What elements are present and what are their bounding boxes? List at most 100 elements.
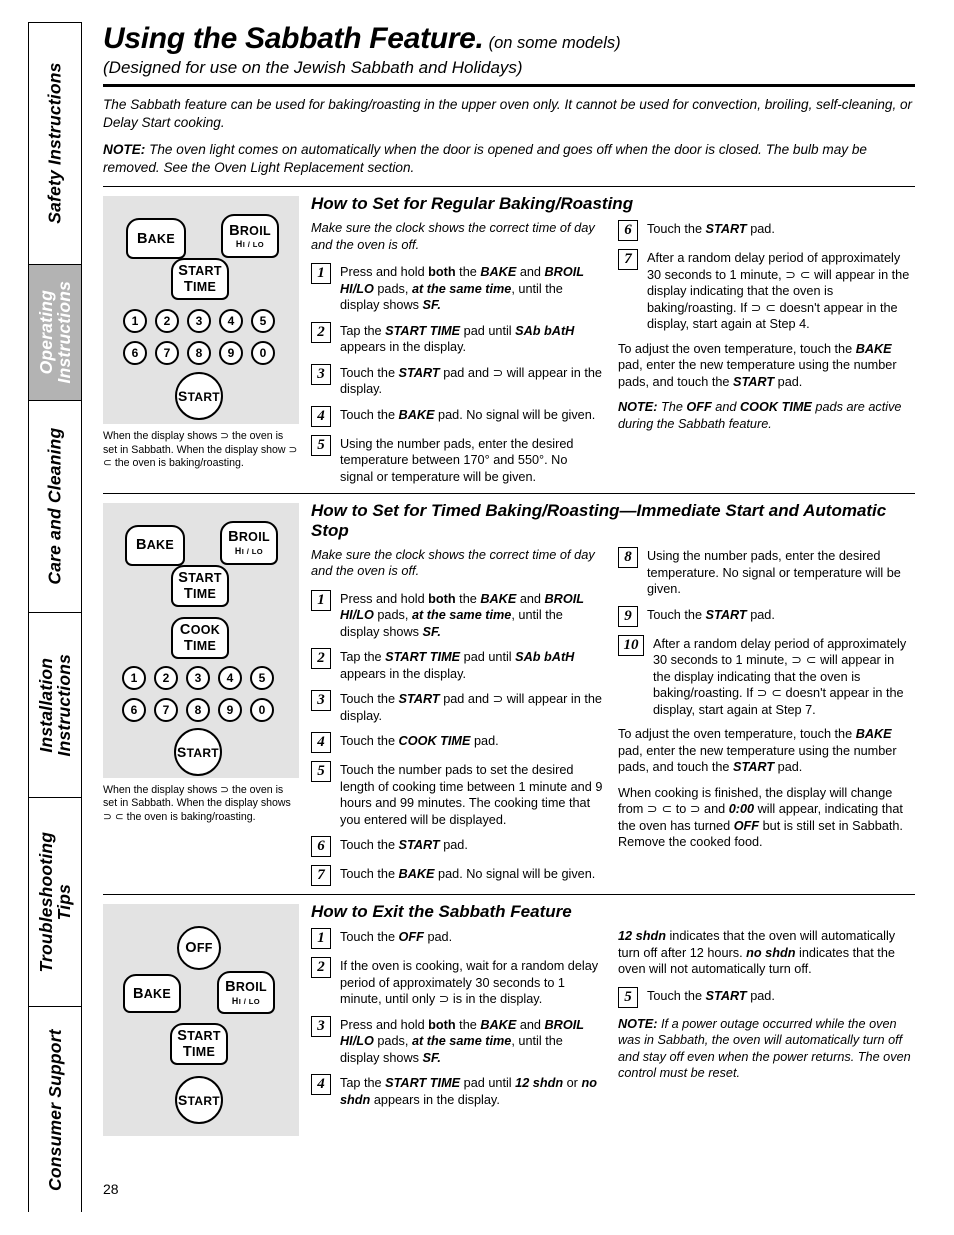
number-pad-8[interactable]: 8 bbox=[186, 698, 210, 723]
control-panel-caption-1: When the display shows ⊃ the oven is set… bbox=[103, 430, 298, 469]
start-button[interactable]: START bbox=[174, 728, 222, 777]
step-item: 1 Press and hold both the BAKE and BROIL… bbox=[311, 263, 604, 314]
number-pad-1[interactable]: 1 bbox=[123, 309, 147, 334]
broil-button[interactable]: BROIL HI / LO bbox=[220, 521, 278, 566]
number-pad-6[interactable]: 6 bbox=[123, 341, 147, 366]
number-pad-3[interactable]: 3 bbox=[186, 666, 210, 691]
step-number: 2 bbox=[311, 648, 331, 670]
start-time-button[interactable]: START TIME bbox=[170, 1023, 228, 1066]
sidebar-item-installation-instructions[interactable]: Installation Instructions bbox=[29, 613, 81, 798]
number-pad-9[interactable]: 9 bbox=[218, 698, 242, 723]
step-item: 7 After a random delay period of approxi… bbox=[618, 249, 915, 333]
control-panel-column-3: OFF BAKE BROIL HI / LO START TIME START bbox=[103, 895, 299, 1137]
start-button[interactable]: START bbox=[175, 1076, 223, 1125]
start-time-button-label-line1: START bbox=[177, 1028, 221, 1045]
step-text: Touch the BAKE pad. No signal will be gi… bbox=[340, 407, 596, 422]
step-number: 6 bbox=[311, 836, 331, 858]
number-pad-7[interactable]: 7 bbox=[154, 698, 178, 723]
step-item: 4 Tap the START TIME pad until 12 shdn o… bbox=[311, 1074, 604, 1108]
number-pad-5[interactable]: 5 bbox=[250, 666, 274, 691]
step-number: 4 bbox=[311, 1074, 331, 1096]
step-number: 3 bbox=[311, 1015, 331, 1037]
cook-time-button-label-line2: TIME bbox=[183, 637, 217, 654]
start-time-button[interactable]: START TIME bbox=[171, 258, 229, 301]
sidebar-item-safety-instructions[interactable]: Safety Instructions bbox=[29, 23, 81, 265]
broil-button[interactable]: BROIL HI / LO bbox=[221, 214, 279, 259]
sidebar-item-consumer-support[interactable]: Consumer Support bbox=[29, 1007, 81, 1213]
step-item: 4 Touch the COOK TIME pad. bbox=[311, 732, 604, 754]
number-pad-4[interactable]: 4 bbox=[219, 309, 243, 334]
step-text: Using the number pads, enter the desired… bbox=[647, 549, 901, 597]
step-number: 7 bbox=[618, 249, 638, 271]
bake-button-label: BAKE bbox=[136, 230, 176, 247]
start-time-button-label-line2: TIME bbox=[183, 278, 217, 295]
step-text: Touch the COOK TIME pad. bbox=[340, 734, 499, 749]
sidebar-item-label-line2: Instructions bbox=[54, 653, 75, 757]
number-pad-6[interactable]: 6 bbox=[122, 698, 146, 723]
step-item: 2 Tap the START TIME pad until SAb bAtH … bbox=[311, 321, 604, 356]
number-pad-2[interactable]: 2 bbox=[155, 309, 179, 334]
off-button-label: OFF bbox=[185, 940, 213, 957]
page-title-models-note: (on some models) bbox=[488, 34, 621, 52]
sidebar-item-label: Care and Cleaning bbox=[44, 427, 65, 586]
bake-button[interactable]: BAKE bbox=[125, 525, 185, 567]
number-pad-8[interactable]: 8 bbox=[187, 341, 211, 366]
bake-button[interactable]: BAKE bbox=[126, 218, 186, 260]
cook-time-button[interactable]: COOK TIME bbox=[171, 617, 229, 660]
step-item: 1 Touch the OFF pad. bbox=[311, 928, 604, 950]
step-text: Press and hold both the BAKE and BROIL H… bbox=[340, 591, 584, 639]
step-item: 6 Touch the START pad. bbox=[311, 836, 604, 858]
steps-right-2: 8 Using the number pads, enter the desir… bbox=[618, 547, 915, 894]
number-pad-2[interactable]: 2 bbox=[154, 666, 178, 691]
step-text: Tap the START TIME pad until SAb bAtH ap… bbox=[340, 323, 575, 355]
step-number: 6 bbox=[618, 220, 638, 242]
number-pad-3[interactable]: 3 bbox=[187, 309, 211, 334]
steps-right-3: 12 shdn indicates that the oven will aut… bbox=[618, 928, 915, 1116]
step-number: 1 bbox=[311, 589, 331, 611]
section-heading: How to Set for Timed Baking/Roasting—Imm… bbox=[311, 501, 887, 541]
number-pad-7[interactable]: 7 bbox=[155, 341, 179, 366]
adjust-temperature-paragraph: To adjust the oven temperature, touch th… bbox=[618, 341, 897, 389]
step-text: Touch the START pad. bbox=[647, 607, 775, 622]
step-number: 2 bbox=[311, 957, 331, 979]
instructions-column-3: How to Exit the Sabbath Feature 1 Touch … bbox=[299, 895, 915, 1136]
start-time-button[interactable]: START TIME bbox=[171, 565, 229, 608]
intro-note-paragraph: NOTE: The oven light comes on automatica… bbox=[103, 141, 915, 177]
number-pad-0[interactable]: 0 bbox=[251, 341, 275, 366]
sidebar-item-troubleshooting-tips[interactable]: Troubleshooting Tips bbox=[29, 798, 81, 1007]
sidebar-item-label: Consumer Support bbox=[44, 1029, 65, 1191]
sidebar-item-label: Safety Instructions bbox=[44, 62, 65, 225]
section-exit-sabbath: OFF BAKE BROIL HI / LO START TIME START bbox=[103, 895, 915, 1137]
broil-button-sublabel: HI / LO bbox=[235, 239, 265, 250]
step-item: 2 Tap the START TIME pad until SAb bAtH … bbox=[311, 648, 604, 682]
sidebar-item-operating-instructions[interactable]: Operating Instructions bbox=[29, 265, 81, 401]
page-number: 28 bbox=[103, 1181, 119, 1197]
step-text: Tap the START TIME pad until 12 shdn or … bbox=[340, 1076, 597, 1107]
step-item: 5 Touch the START pad. bbox=[618, 986, 915, 1008]
section-note-paragraph: NOTE: The OFF and COOK TIME pads are act… bbox=[618, 400, 902, 431]
cooking-finished-paragraph: When cooking is finished, the display wi… bbox=[618, 785, 903, 850]
number-pad-1[interactable]: 1 bbox=[122, 666, 146, 691]
sidebar-item-care-and-cleaning[interactable]: Care and Cleaning bbox=[29, 401, 81, 613]
step-item: 7 Touch the BAKE pad. No signal will be … bbox=[311, 865, 604, 887]
start-time-button-label-line1: START bbox=[178, 263, 222, 280]
step-item: 2 If the oven is cooking, wait for a ran… bbox=[311, 957, 604, 1008]
step-item: 10 After a random delay period of approx… bbox=[618, 634, 915, 719]
bake-button[interactable]: BAKE bbox=[123, 974, 181, 1014]
off-button[interactable]: OFF bbox=[177, 926, 221, 971]
start-button[interactable]: START bbox=[175, 372, 223, 421]
start-time-button-label-line2: TIME bbox=[183, 585, 217, 602]
control-panel-column-2: BAKE BROIL HI / LO START TIME COOK TIME … bbox=[103, 494, 299, 894]
step-text: Touch the START pad. bbox=[647, 222, 775, 237]
step-number: 10 bbox=[618, 634, 644, 656]
number-pad-0[interactable]: 0 bbox=[250, 698, 274, 723]
number-pad-5[interactable]: 5 bbox=[251, 309, 275, 334]
note-label: NOTE: bbox=[103, 142, 146, 158]
title-divider bbox=[103, 84, 915, 87]
number-pad-9[interactable]: 9 bbox=[219, 341, 243, 366]
steps-left-2: Make sure the clock shows the correct ti… bbox=[311, 547, 604, 894]
broil-button[interactable]: BROIL HI / LO bbox=[217, 971, 275, 1015]
step-item: 3 Touch the START pad and ⊃ will appear … bbox=[311, 690, 604, 724]
number-pad-4[interactable]: 4 bbox=[218, 666, 242, 691]
step-number: 9 bbox=[618, 605, 638, 627]
